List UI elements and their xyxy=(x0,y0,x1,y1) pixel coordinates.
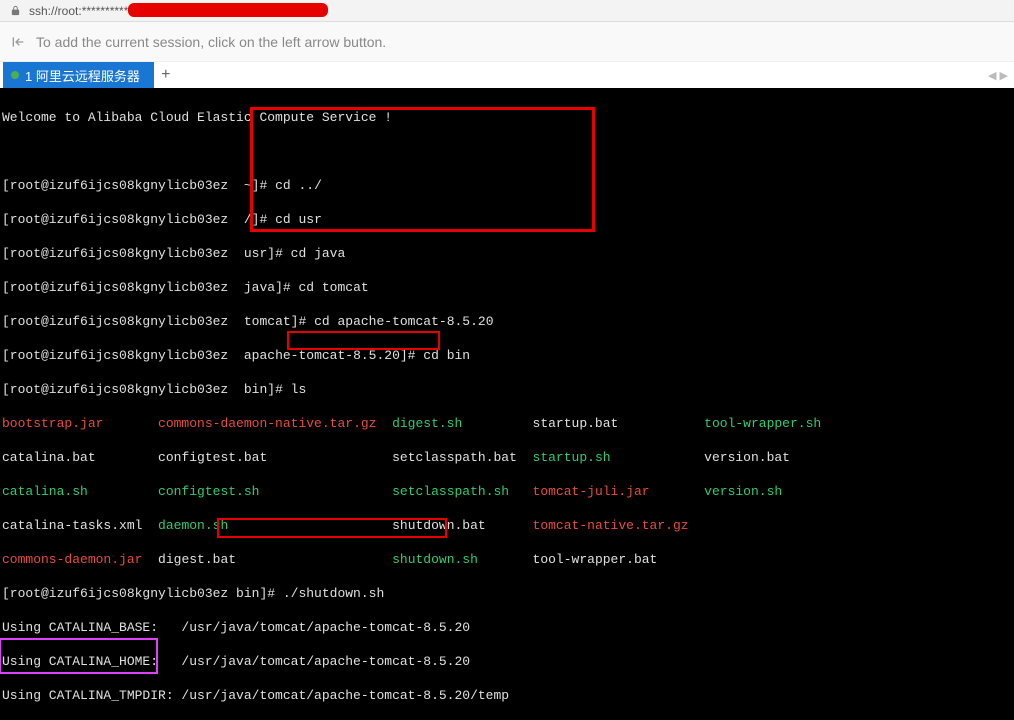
line: [root@izuf6ijcs08kgnylicb03ez java]# cd … xyxy=(2,279,1012,296)
terminal-pane[interactable]: Welcome to Alibaba Cloud Elastic Compute… xyxy=(0,88,1014,720)
line: [root@izuf6ijcs08kgnylicb03ez /]# cd usr xyxy=(2,211,1012,228)
add-tab-button[interactable]: + xyxy=(154,62,178,88)
line: commons-daemon.jar digest.bat shutdown.s… xyxy=(2,551,1012,568)
hint-bar: To add the current session, click on the… xyxy=(0,22,1014,62)
session-tab[interactable]: 1 阿里云远程服务器 xyxy=(3,62,154,88)
line: [root@izuf6ijcs08kgnylicb03ez bin]# ./sh… xyxy=(2,585,1012,602)
line: Using CATALINA_TMPDIR: /usr/java/tomcat/… xyxy=(2,687,1012,704)
arrow-icon xyxy=(10,34,26,50)
line xyxy=(2,143,1012,160)
address-bar: ssh://root:**********@1 xyxy=(0,0,1014,22)
line: [root@izuf6ijcs08kgnylicb03ez usr]# cd j… xyxy=(2,245,1012,262)
tab-label: 1 阿里云远程服务器 xyxy=(25,66,140,85)
line: Using CATALINA_BASE: /usr/java/tomcat/ap… xyxy=(2,619,1012,636)
line: catalina.bat configtest.bat setclasspath… xyxy=(2,449,1012,466)
line: catalina-tasks.xml daemon.sh shutdown.ba… xyxy=(2,517,1012,534)
line: [root@izuf6ijcs08kgnylicb03ez tomcat]# c… xyxy=(2,313,1012,330)
hint-text: To add the current session, click on the… xyxy=(36,34,386,50)
line: [root@izuf6ijcs08kgnylicb03ez ~]# cd ../ xyxy=(2,177,1012,194)
status-dot-icon xyxy=(11,71,19,79)
line: [root@izuf6ijcs08kgnylicb03ez bin]# ls xyxy=(2,381,1012,398)
line: Welcome to Alibaba Cloud Elastic Compute… xyxy=(2,109,1012,126)
tab-nav-arrows[interactable]: ◀ ▶ xyxy=(988,62,1014,88)
line: [root@izuf6ijcs08kgnylicb03ez apache-tom… xyxy=(2,347,1012,364)
line: bootstrap.jar commons-daemon-native.tar.… xyxy=(2,415,1012,432)
tab-bar: 1 阿里云远程服务器 + ◀ ▶ xyxy=(0,62,1014,88)
line: Using CATALINA_HOME: /usr/java/tomcat/ap… xyxy=(2,653,1012,670)
redaction-scribble xyxy=(128,3,328,17)
lock-icon xyxy=(10,5,21,16)
terminal-output: Welcome to Alibaba Cloud Elastic Compute… xyxy=(2,92,1012,720)
line: catalina.sh configtest.sh setclasspath.s… xyxy=(2,483,1012,500)
